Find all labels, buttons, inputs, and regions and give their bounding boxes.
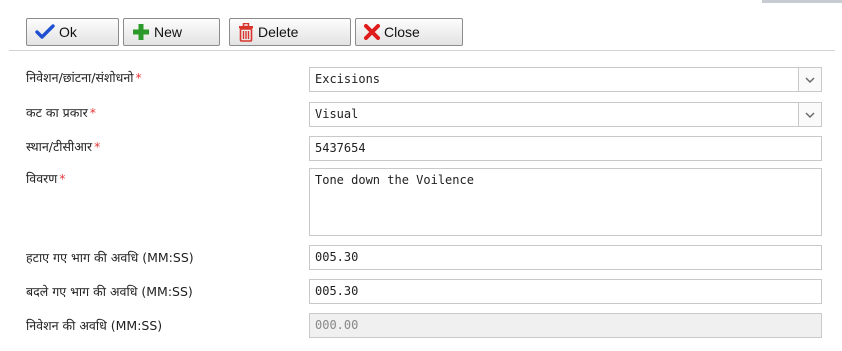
- close-button-label: Close: [384, 24, 420, 40]
- field-label-location-tcr: स्थान/टीसीआर *: [26, 139, 101, 154]
- ok-button-label: Ok: [59, 24, 77, 40]
- trash-icon: [238, 22, 254, 42]
- new-button[interactable]: New: [123, 18, 220, 46]
- window-edge-accent: [762, 0, 842, 3]
- field-label-removed-duration: हटाए गए भाग की अवधि (MM:SS): [26, 250, 194, 265]
- chevron-down-icon[interactable]: [798, 103, 821, 126]
- location-tcr-input[interactable]: 5437654: [309, 136, 822, 161]
- excision-type-select[interactable]: Excisions: [309, 67, 822, 92]
- checkmark-icon: [35, 24, 55, 40]
- cut-type-select[interactable]: Visual: [309, 102, 822, 127]
- replaced-duration-input[interactable]: 005.30: [309, 279, 822, 304]
- toolbar: Ok New Delete Close: [9, 14, 835, 51]
- plus-icon: [132, 23, 150, 41]
- insertion-duration-input: 000.00: [309, 313, 822, 338]
- field-label-excision-type: निवेशन/छांटना/संशोधनो *: [26, 70, 142, 85]
- description-textarea[interactable]: Tone down the Voilence: [309, 168, 822, 236]
- window-top-edge: [0, 0, 842, 4]
- delete-button[interactable]: Delete: [229, 18, 351, 46]
- close-button[interactable]: Close: [355, 18, 463, 46]
- ok-button[interactable]: Ok: [26, 18, 119, 46]
- removed-duration-input[interactable]: 005.30: [309, 245, 822, 270]
- x-icon: [364, 24, 380, 40]
- field-label-cut-type: कट का प्रकार *: [26, 105, 96, 120]
- field-label-insertion-duration: निवेशन की अवधि (MM:SS): [26, 318, 163, 333]
- chevron-down-icon[interactable]: [798, 68, 821, 91]
- field-label-description: विवरण *: [26, 171, 66, 186]
- new-button-label: New: [154, 24, 183, 40]
- field-label-replaced-duration: बदले गए भाग की अवधि (MM:SS): [26, 284, 193, 299]
- delete-button-label: Delete: [258, 24, 299, 40]
